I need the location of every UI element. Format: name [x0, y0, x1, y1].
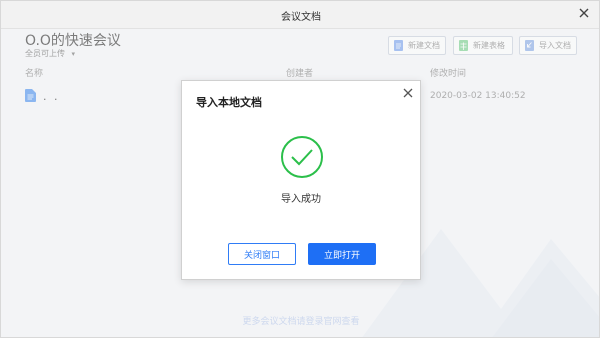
close-icon[interactable] [577, 6, 591, 20]
title-bar: 会议文档 [1, 1, 599, 29]
close-icon[interactable] [402, 87, 414, 99]
import-dialog: 导入本地文档 导入成功 关闭窗口 立即打开 [181, 80, 421, 280]
dialog-title: 导入本地文档 [196, 96, 262, 109]
app-window: 会议文档 O.O的快速会议 全员可上传 ▾ 新建文档 新建表格 导入文档 名称 … [0, 0, 600, 338]
window-title: 会议文档 [281, 12, 321, 23]
close-window-button[interactable]: 关闭窗口 [228, 243, 296, 265]
open-now-button[interactable]: 立即打开 [308, 243, 376, 265]
success-message: 导入成功 [281, 194, 321, 205]
success-check-icon [281, 136, 323, 178]
